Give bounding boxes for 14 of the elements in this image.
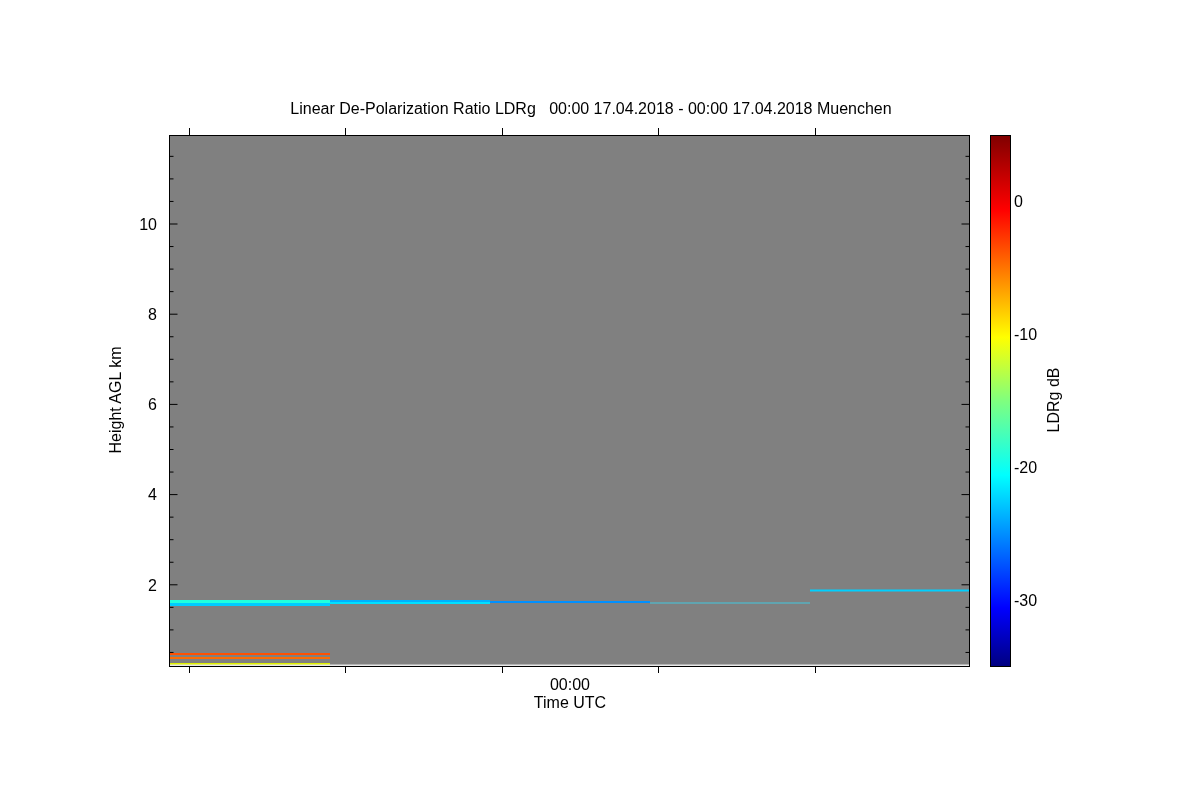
colorbar-tick-label: -30: [1014, 592, 1038, 609]
y-tick-label: 6: [148, 396, 157, 414]
colorbar-tick-label: 0: [1014, 193, 1023, 210]
colorbar-tick-label: -20: [1014, 459, 1038, 476]
chart-title: Linear De-Polarization Ratio LDRg 00:00 17.04.2018 - 00:00 17.04.2018 Muenchen: [290, 100, 892, 117]
y-axis-label: Height AGL km: [107, 346, 124, 454]
colorbar-tick-label: -10: [1014, 326, 1038, 343]
y-tick-label: 8: [148, 305, 157, 323]
x-axis-label: Time UTC: [533, 694, 607, 711]
y-tick-label: 2: [148, 576, 157, 594]
y-tick-label: 4: [148, 486, 157, 504]
x-tick-label: 00:00: [550, 676, 590, 693]
y-tick-label: 10: [139, 215, 157, 233]
colorbar-label: LDRg dB: [1045, 367, 1062, 433]
